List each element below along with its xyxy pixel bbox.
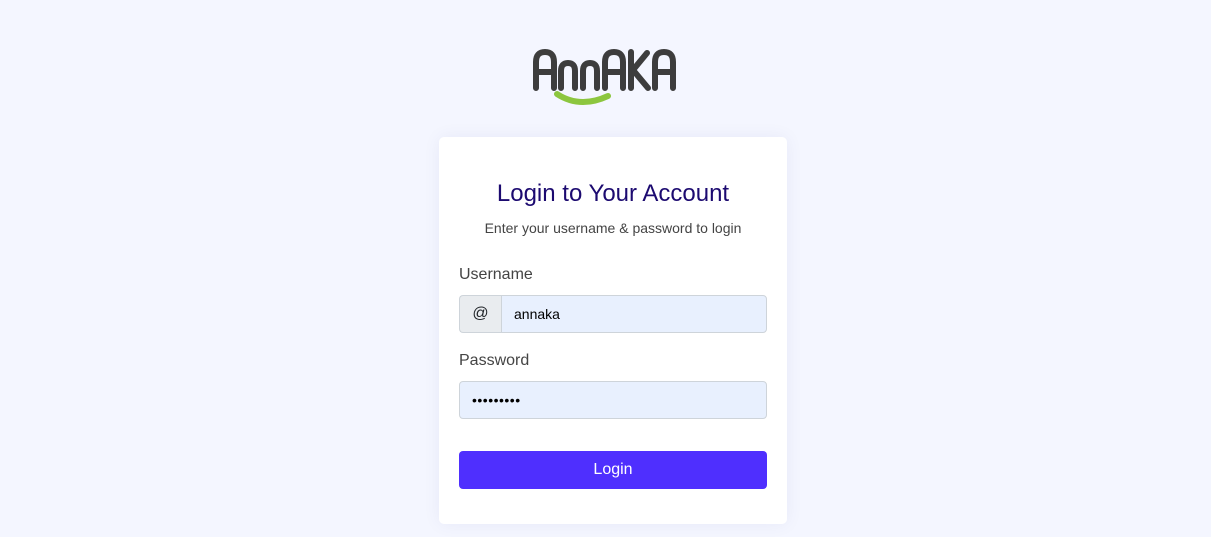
annaka-logo [530, 44, 690, 110]
at-sign-prefix: @ [459, 295, 501, 333]
login-button[interactable]: Login [459, 451, 767, 489]
login-card: Login to Your Account Enter your usernam… [439, 137, 787, 524]
login-page: Login to Your Account Enter your usernam… [0, 0, 1211, 537]
username-label: Username [459, 266, 533, 283]
password-input[interactable] [459, 381, 767, 419]
login-title: Login to Your Account [496, 180, 730, 207]
login-subtitle: Enter your username & password to login [484, 220, 742, 236]
username-input[interactable] [501, 295, 767, 333]
username-input-group: @ [459, 295, 767, 333]
password-label: Password [459, 352, 530, 369]
